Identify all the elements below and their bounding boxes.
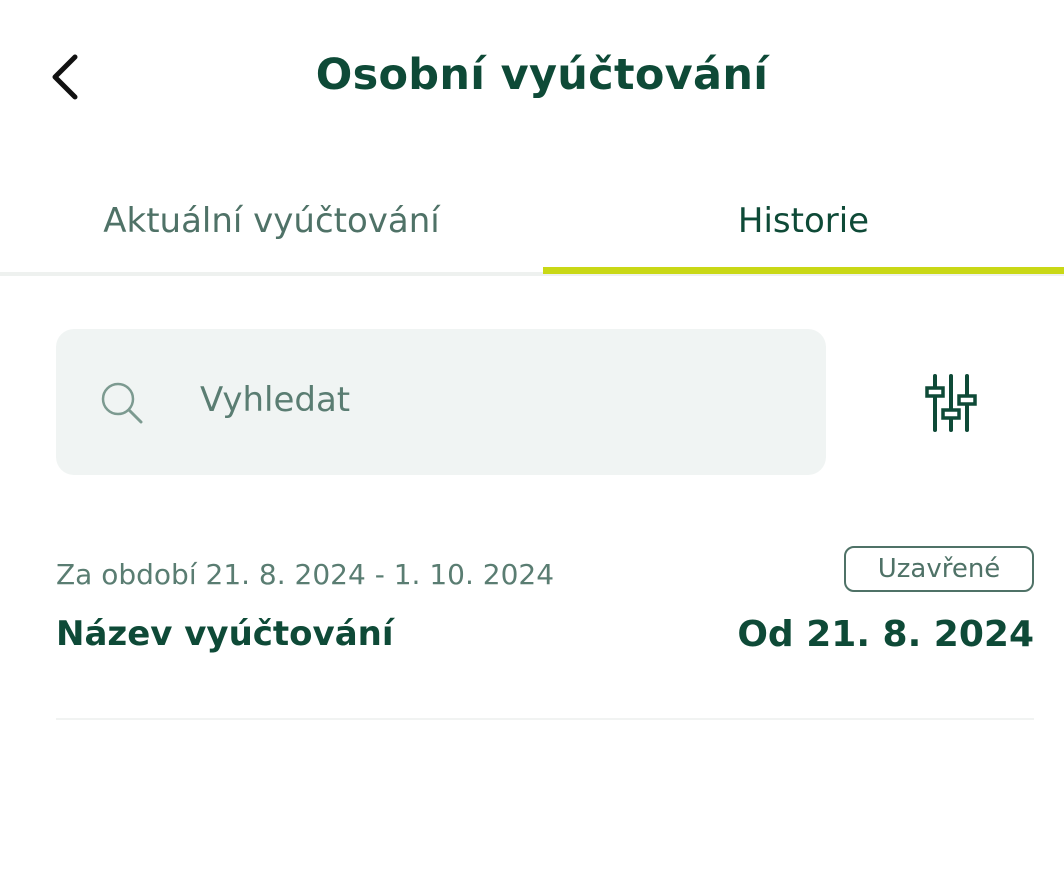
filter-button[interactable]	[916, 368, 986, 438]
active-tab-indicator	[543, 267, 1064, 274]
page-title: Osobní vyúčtování	[315, 50, 769, 100]
item-date: Od 21. 8. 2024	[737, 614, 1034, 655]
item-name: Název vyúčtování	[56, 614, 394, 654]
status-badge: Uzavřené	[844, 546, 1034, 592]
tab-history-label: Historie	[737, 201, 870, 241]
search-input[interactable]	[200, 372, 800, 428]
item-period: Za období 21. 8. 2024 - 1. 10. 2024	[56, 558, 555, 591]
sliders-icon	[925, 374, 977, 432]
list-item[interactable]: Za období 21. 8. 2024 - 1. 10. 2024 Uzav…	[56, 540, 1034, 720]
tab-current-billing-label: Aktuální vyúčtování	[103, 201, 440, 241]
item-divider	[56, 718, 1034, 720]
page: Osobní vyúčtování Aktuální vyúčtování Hi…	[0, 0, 1064, 877]
tab-bar: Aktuální vyúčtování Historie	[0, 175, 1064, 276]
search-icon	[101, 382, 143, 424]
tab-current-billing[interactable]: Aktuální vyúčtování	[0, 175, 543, 267]
tab-history[interactable]: Historie	[543, 175, 1064, 267]
